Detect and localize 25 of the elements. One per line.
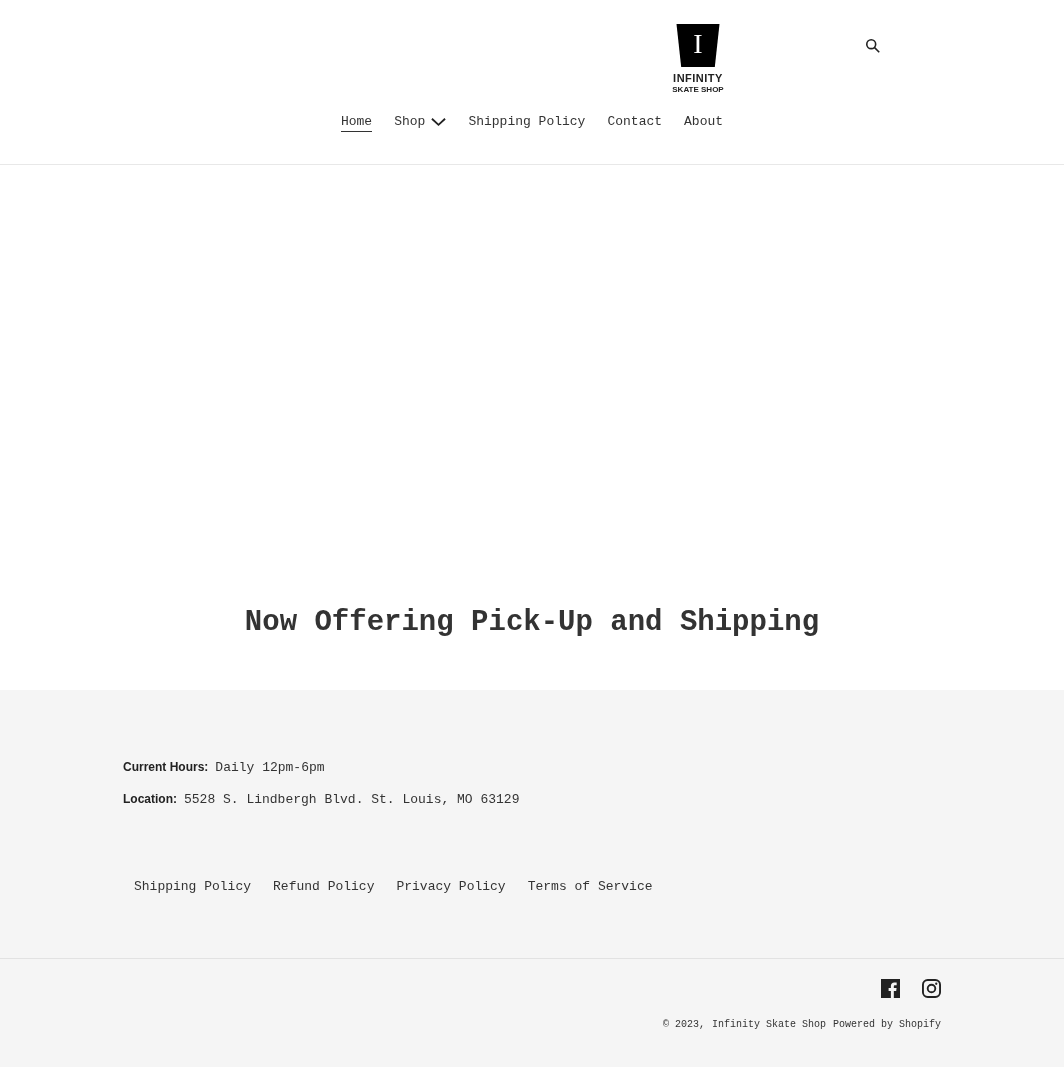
info-label: Location: <box>123 792 177 806</box>
footer-link[interactable]: Shipping Policy <box>134 879 252 894</box>
search-icon[interactable] <box>865 38 881 54</box>
section-heading: Now Offering Pick-Up and Shipping <box>244 604 820 639</box>
powered-by-link[interactable]: Powered by Shopify <box>832 1019 941 1030</box>
info-label: Current Hours: <box>123 760 209 774</box>
logo-shield-icon <box>675 24 721 67</box>
copyright-text: © 2023, <box>662 1019 705 1030</box>
footer-link[interactable]: Refund Policy <box>273 879 375 894</box>
nav-link[interactable]: About <box>684 114 724 132</box>
nav-link[interactable]: Shipping Policy <box>468 114 586 132</box>
logo-tagline: SKATE SHOP <box>672 85 724 94</box>
nav-link[interactable]: Home <box>340 114 373 132</box>
shop-logo[interactable]: I INFINITY SKATE SHOP <box>671 24 725 94</box>
instagram-icon[interactable] <box>922 979 941 998</box>
footer-link[interactable]: Privacy Policy <box>396 879 506 894</box>
logo-letter: I <box>692 29 704 59</box>
facebook-icon[interactable] <box>881 979 900 998</box>
footer-link[interactable]: Terms of Service <box>527 879 653 894</box>
nav-link[interactable]: Shop <box>394 114 447 132</box>
nav-link[interactable]: Contact <box>607 114 663 132</box>
info-value: Daily 12pm-6pm <box>215 760 325 775</box>
info-value: 5528 S. Lindbergh Blvd. St. Louis, MO 63129 <box>184 792 520 807</box>
logo-name: INFINITY <box>673 72 723 85</box>
shop-link[interactable]: Infinity Skate Shop <box>711 1019 826 1030</box>
